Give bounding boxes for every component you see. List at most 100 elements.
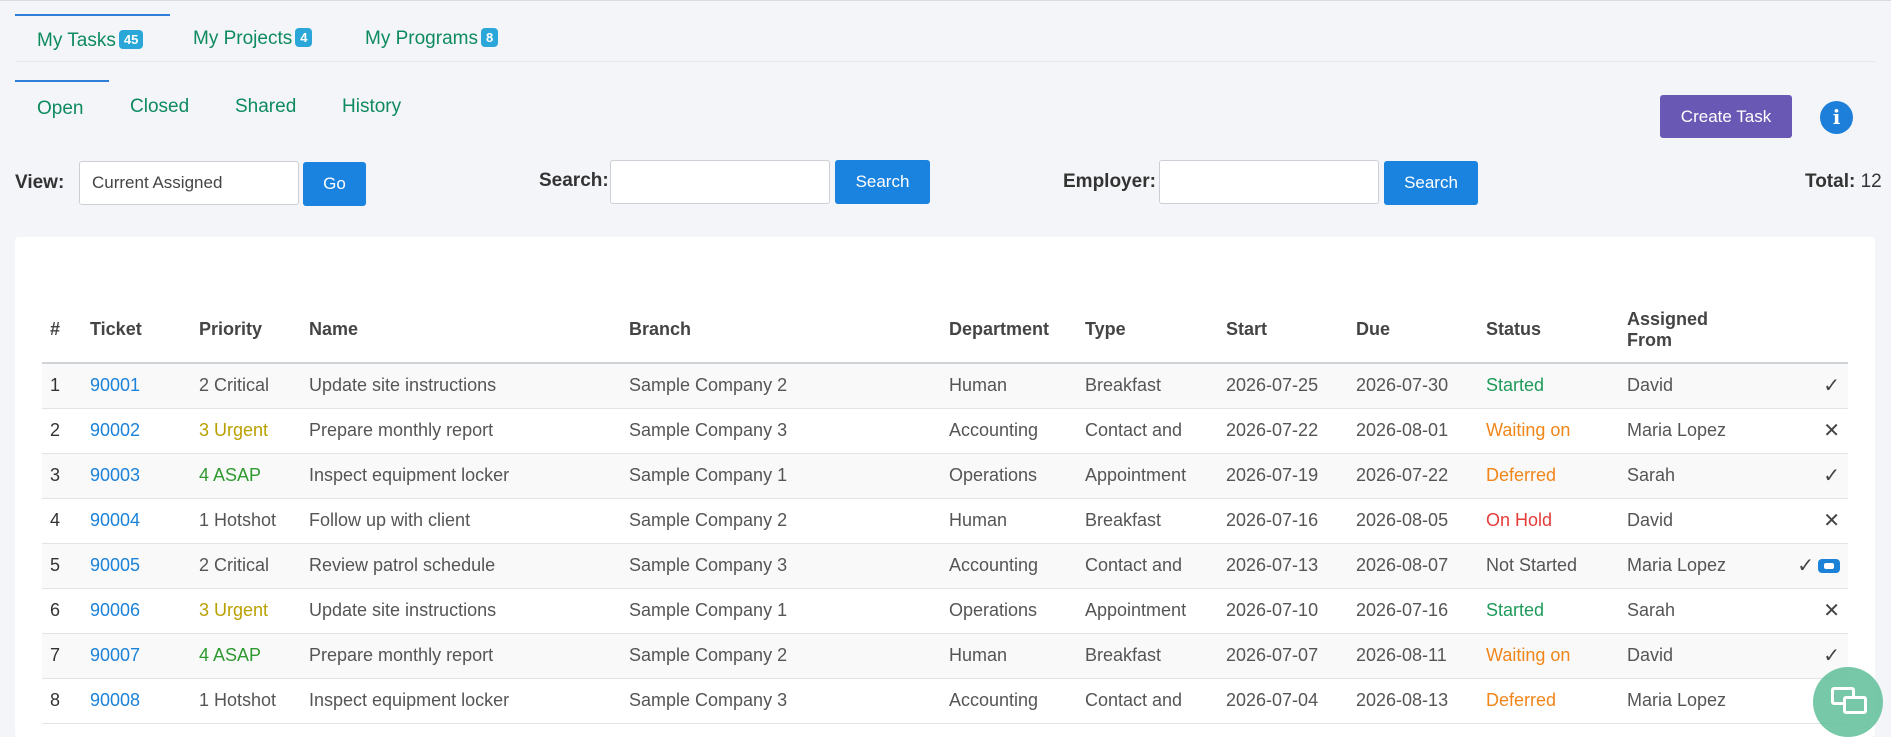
type-cell: Breakfast (1077, 633, 1218, 679)
start-date-cell: 2026-07-04 (1218, 678, 1348, 724)
handshake-icon[interactable] (1818, 559, 1840, 573)
due-date-cell: 2026-08-01 (1348, 408, 1478, 454)
status-cell: Deferred (1478, 678, 1619, 724)
branch-cell: Sample Company 3 (621, 678, 941, 724)
col-header: Department (941, 297, 1077, 364)
row-number: 8 (42, 678, 82, 724)
start-date-cell: 2026-07-22 (1218, 408, 1348, 454)
branch-cell: Sample Company 2 (621, 633, 941, 679)
complete-icon[interactable]: ✓ (1823, 645, 1840, 667)
col-header: Due (1348, 297, 1478, 364)
department-cell: Human (941, 363, 1077, 409)
tab-my-programs[interactable]: My Programs 8 (365, 14, 499, 62)
col-header: Type (1077, 297, 1218, 364)
close-icon[interactable]: ✕ (1823, 510, 1840, 532)
table-row: 7 90007 4 ASAP Prepare monthly report Sample… (42, 633, 1848, 679)
ticket-link[interactable]: 90005 (82, 543, 191, 589)
type-cell: Breakfast (1077, 363, 1218, 409)
col-header: Branch (621, 297, 941, 364)
assigned-from-cell: Maria Lopez (1619, 678, 1744, 724)
ticket-link[interactable]: 90006 (82, 588, 191, 634)
department-cell: Accounting (941, 678, 1077, 724)
create-task-button[interactable]: Create Task (1660, 95, 1792, 138)
row-actions: ✕ (1744, 588, 1848, 634)
top-border (0, 0, 1891, 1)
count-badge: 45 (118, 30, 144, 49)
assigned-from-cell: David (1619, 633, 1744, 679)
employer-input[interactable] (1159, 160, 1379, 204)
ticket-link[interactable]: 90004 (82, 498, 191, 544)
name-cell: Prepare monthly report (301, 408, 621, 454)
tasks-table: # Ticket Priority Name Branch Department… (42, 297, 1848, 724)
row-number: 6 (42, 588, 82, 634)
ticket-link[interactable]: 90003 (82, 453, 191, 499)
tab-my-tasks[interactable]: My Tasks 45 (15, 14, 170, 62)
row-actions: ✓ (1744, 543, 1848, 589)
start-date-cell: 2026-07-07 (1218, 633, 1348, 679)
tab-label: My Projects (193, 28, 293, 49)
table-row: 5 90005 2 Critical Review patrol schedule Sa… (42, 543, 1848, 589)
branch-cell: Sample Company 2 (621, 498, 941, 544)
row-number: 2 (42, 408, 82, 454)
status-cell: Waiting on (1478, 408, 1619, 454)
tab-closed[interactable]: Closed (130, 80, 189, 126)
assigned-from-cell: Sarah (1619, 588, 1744, 634)
complete-icon[interactable]: ✓ (1823, 465, 1840, 487)
col-header: Status (1478, 297, 1619, 364)
type-cell: Contact and (1077, 543, 1218, 589)
assigned-from-cell: Maria Lopez (1619, 543, 1744, 589)
close-icon[interactable]: ✕ (1823, 600, 1840, 622)
due-date-cell: 2026-07-30 (1348, 363, 1478, 409)
assigned-from-cell: Sarah (1619, 453, 1744, 499)
name-cell: Review patrol schedule (301, 543, 621, 589)
ticket-link[interactable]: 90008 (82, 678, 191, 724)
status-cell: Not Started (1478, 543, 1619, 589)
table-row: 4 90004 1 Hotshot Follow up with client Samp… (42, 498, 1848, 544)
chat-bubble-front (1843, 696, 1867, 714)
complete-icon[interactable]: ✓ (1823, 375, 1840, 397)
priority-cell: 3 Urgent (191, 408, 301, 454)
search-input[interactable] (610, 160, 830, 204)
col-header-actions (1744, 297, 1848, 364)
search-button[interactable]: Search (835, 160, 930, 204)
status-cell: Started (1478, 363, 1619, 409)
assigned-from-cell: David (1619, 363, 1744, 409)
due-date-cell: 2026-08-13 (1348, 678, 1478, 724)
count-badge: 8 (480, 28, 499, 47)
tab-my-projects[interactable]: My Projects 4 (193, 14, 313, 62)
start-date-cell: 2026-07-10 (1218, 588, 1348, 634)
row-actions: ✕ (1744, 498, 1848, 544)
tasks-card: # Ticket Priority Name Branch Department… (15, 237, 1875, 737)
due-date-cell: 2026-08-11 (1348, 633, 1478, 679)
tab-history[interactable]: History (342, 80, 401, 126)
tab-open[interactable]: Open (15, 80, 109, 126)
ticket-link[interactable]: 90002 (82, 408, 191, 454)
complete-icon[interactable]: ✓ (1797, 555, 1814, 577)
tab-label: My Tasks (37, 30, 116, 51)
department-cell: Operations (941, 588, 1077, 634)
name-cell: Follow up with client (301, 498, 621, 544)
go-button[interactable]: Go (303, 162, 366, 206)
type-cell: Contact and (1077, 678, 1218, 724)
priority-cell: 4 ASAP (191, 633, 301, 679)
chat-icon[interactable] (1813, 667, 1883, 737)
name-cell: Update site instructions (301, 363, 621, 409)
branch-cell: Sample Company 3 (621, 543, 941, 589)
secondary-tabs: Open Closed Shared History (15, 80, 415, 126)
info-icon[interactable]: i (1820, 101, 1853, 134)
table-row: 3 90003 4 ASAP Inspect equipment locker Samp… (42, 453, 1848, 499)
start-date-cell: 2026-07-16 (1218, 498, 1348, 544)
branch-cell: Sample Company 3 (621, 408, 941, 454)
employer-search-button[interactable]: Search (1384, 161, 1478, 205)
ticket-link[interactable]: 90007 (82, 633, 191, 679)
table-row: 1 90001 2 Critical Update site instructions… (42, 363, 1848, 409)
status-cell: Waiting on (1478, 633, 1619, 679)
close-icon[interactable]: ✕ (1823, 420, 1840, 442)
col-header: Ticket (82, 297, 191, 364)
table-header-row: # Ticket Priority Name Branch Department… (42, 297, 1848, 364)
tab-shared[interactable]: Shared (235, 80, 296, 126)
view-select[interactable] (79, 161, 299, 205)
type-cell: Appointment (1077, 453, 1218, 499)
ticket-link[interactable]: 90001 (82, 363, 191, 409)
tab-label: My Programs (365, 28, 478, 49)
